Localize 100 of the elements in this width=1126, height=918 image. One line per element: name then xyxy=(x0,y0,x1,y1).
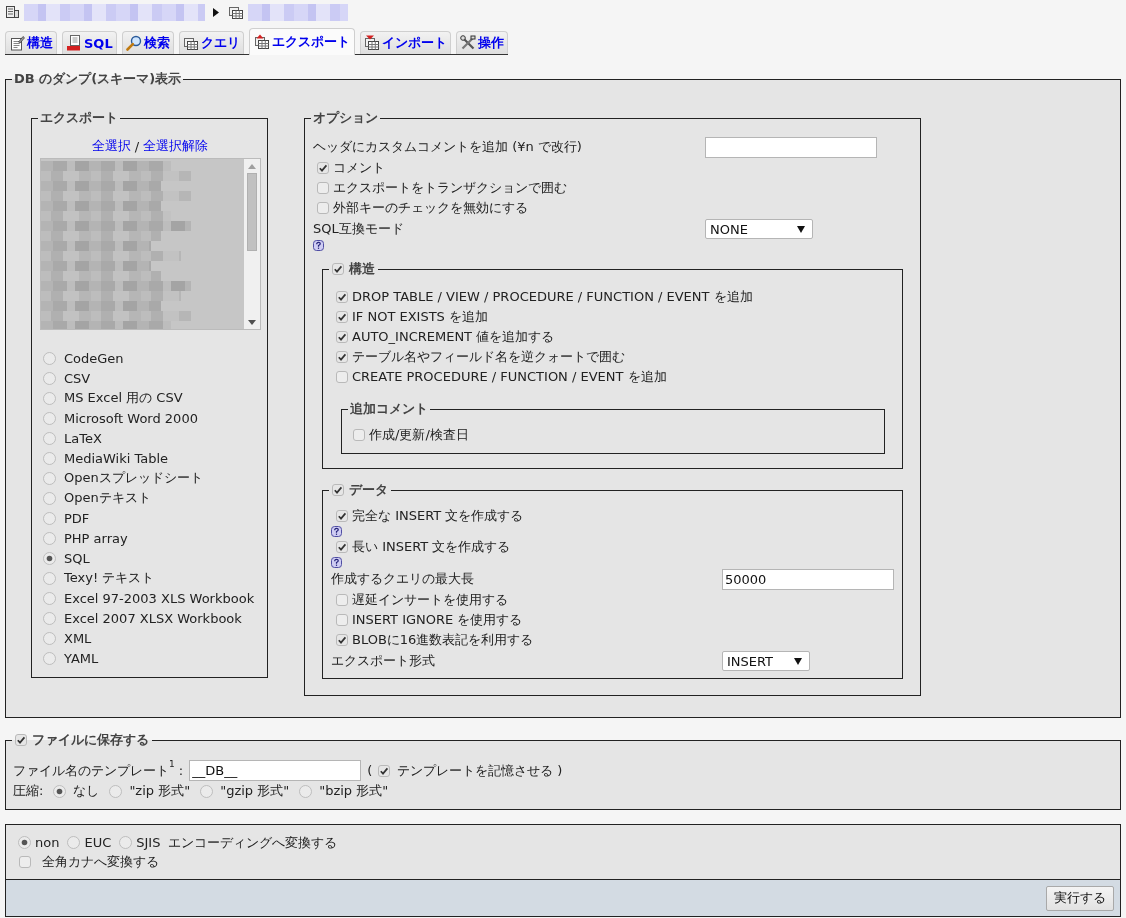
radio-label: Texy! テキスト xyxy=(64,569,155,587)
radio-button[interactable] xyxy=(43,591,56,605)
radio-button[interactable] xyxy=(43,631,56,645)
checkbox[interactable] xyxy=(336,510,348,522)
section-legend: DB のダンプ(スキーマ)表示 xyxy=(12,71,184,87)
radio-label: "bzip 形式" xyxy=(319,782,389,800)
radio-button[interactable] xyxy=(109,784,123,798)
checkbox-label: 外部キーのチェックを無効にする xyxy=(333,199,528,217)
tab[interactable]: 構造 xyxy=(5,31,57,54)
radio-label: LaTeX xyxy=(64,430,102,446)
caret-icon xyxy=(797,225,805,233)
radio-label: MS Excel 用の CSV xyxy=(64,389,183,407)
select-all-link[interactable]: 全選択 xyxy=(91,137,131,155)
radio-button[interactable] xyxy=(43,391,56,405)
field-label: ヘッダにカスタムコメントを追加 (¥n で改行) xyxy=(313,138,583,156)
checkbox[interactable] xyxy=(317,202,329,214)
radio-label: PDF xyxy=(64,510,90,526)
scroll-down-icon[interactable] xyxy=(248,320,256,325)
checkbox[interactable] xyxy=(336,634,348,646)
scrollbar-track[interactable] xyxy=(244,159,260,329)
radio-button[interactable] xyxy=(299,784,313,798)
radio-button[interactable] xyxy=(43,351,56,365)
text-field[interactable]: 50000 xyxy=(722,568,894,590)
checkbox[interactable] xyxy=(336,291,348,303)
submit-button[interactable]: 実行する xyxy=(1046,885,1114,911)
checkbox[interactable] xyxy=(332,263,344,275)
text-field[interactable] xyxy=(705,136,877,158)
checkbox[interactable] xyxy=(353,429,365,441)
radio-label: CSV xyxy=(64,370,91,386)
radio-button[interactable] xyxy=(43,411,56,425)
tab[interactable]: 検索 xyxy=(121,31,174,54)
tab[interactable]: 操作 xyxy=(455,31,508,54)
checkbox[interactable] xyxy=(15,734,27,746)
separator-text: / xyxy=(134,138,140,154)
radio-label: Openスプレッドシート xyxy=(64,469,203,487)
checkbox[interactable] xyxy=(317,182,329,194)
checkbox-label: エクスポートをトランザクションで囲む xyxy=(333,179,567,197)
help-icon[interactable] xyxy=(313,240,324,251)
scrollbar-thumb[interactable] xyxy=(247,173,257,251)
checkbox[interactable] xyxy=(336,351,348,363)
page-icon xyxy=(66,35,82,51)
radio-label: Excel 2007 XLSX Workbook xyxy=(64,610,242,626)
radio-button[interactable] xyxy=(18,836,31,849)
radio-button[interactable] xyxy=(53,784,67,798)
section-legend: 構造 xyxy=(349,261,375,277)
help-icon[interactable] xyxy=(331,557,342,568)
field-label: SQL互換モード xyxy=(313,220,405,238)
radio-button[interactable] xyxy=(43,371,56,385)
radio-button[interactable] xyxy=(43,551,56,565)
radio-button[interactable] xyxy=(43,531,56,545)
checkbox[interactable] xyxy=(336,371,348,383)
radio-button[interactable] xyxy=(200,784,214,798)
radio-label: PHP array xyxy=(64,530,128,546)
checkbox[interactable] xyxy=(336,311,348,323)
checkbox[interactable] xyxy=(336,594,348,606)
section-legend: データ xyxy=(349,482,388,498)
radio-label: EUC xyxy=(84,835,112,850)
option-label: エンコーディングへ変換する xyxy=(168,833,338,852)
dropdown[interactable]: INSERT xyxy=(722,651,810,671)
help-icon[interactable] xyxy=(331,526,342,537)
radio-button[interactable] xyxy=(119,836,133,849)
checkbox-label: BLOBに16進数表記を利用する xyxy=(352,631,534,649)
scroll-up-icon[interactable] xyxy=(248,164,256,169)
radio-button[interactable] xyxy=(67,836,81,849)
radio-button[interactable] xyxy=(43,611,56,625)
checkbox-label: AUTO_INCREMENT 値を追加する xyxy=(352,328,555,346)
text-field[interactable]: __DB__ xyxy=(189,760,362,781)
tab[interactable]: エクスポート xyxy=(248,28,355,55)
table-icon xyxy=(182,35,199,51)
section-legend: 追加コメント xyxy=(348,401,430,417)
checkbox[interactable] xyxy=(19,855,31,868)
radio-button[interactable] xyxy=(43,571,56,585)
table-arrow-icon xyxy=(253,34,270,50)
radio-button[interactable] xyxy=(43,511,56,525)
radio-button[interactable] xyxy=(43,471,56,485)
radio-label: なし xyxy=(73,782,100,800)
paren-text: ) xyxy=(557,763,563,778)
radio-button[interactable] xyxy=(43,491,56,505)
server-icon xyxy=(5,5,19,19)
checkbox[interactable] xyxy=(336,541,348,553)
radio-button[interactable] xyxy=(43,451,56,465)
tab[interactable]: インポート xyxy=(359,31,451,54)
checkbox-label: 遅延インサートを使用する xyxy=(352,591,508,609)
tab[interactable]: SQL xyxy=(62,31,117,54)
checkbox-label: 全角カナへ変換する xyxy=(42,852,159,871)
checkbox[interactable] xyxy=(378,764,391,777)
checkbox[interactable] xyxy=(336,614,348,626)
field-label: エクスポート形式 xyxy=(331,652,436,670)
tools-icon xyxy=(459,35,476,51)
deselect-all-link[interactable]: 全選択解除 xyxy=(143,137,209,155)
checkbox[interactable] xyxy=(317,162,329,174)
checkbox[interactable] xyxy=(336,331,348,343)
checkbox-label: コメント xyxy=(333,159,385,177)
dropdown[interactable]: NONE xyxy=(705,219,813,239)
tab[interactable]: クエリ xyxy=(178,31,244,54)
checkbox-label: テーブル名やフィールド名を逆クォートで囲む xyxy=(352,348,625,366)
radio-button[interactable] xyxy=(43,431,56,445)
document-icon xyxy=(9,35,25,51)
radio-button[interactable] xyxy=(43,651,56,665)
checkbox[interactable] xyxy=(332,484,344,496)
